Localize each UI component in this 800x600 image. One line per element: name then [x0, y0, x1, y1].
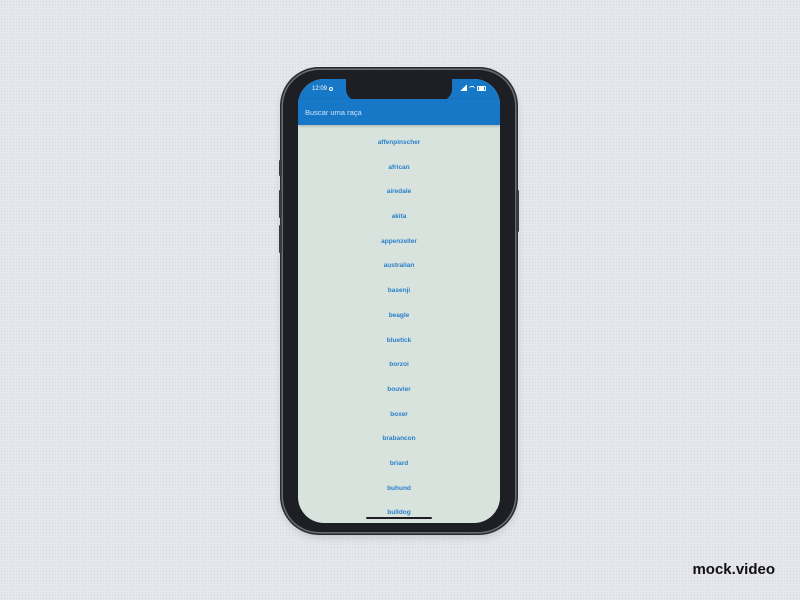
- power-button: [516, 190, 519, 232]
- phone-frame: 12:09 affenpinscherafricanairedaleakitaa…: [279, 70, 519, 532]
- list-item[interactable]: australian: [298, 254, 500, 279]
- app-bar: [298, 99, 500, 125]
- list-item[interactable]: boxer: [298, 403, 500, 428]
- list-item[interactable]: brabancon: [298, 427, 500, 452]
- phone-screen: 12:09 affenpinscherafricanairedaleakitaa…: [298, 79, 500, 523]
- battery-icon: [477, 85, 486, 91]
- status-right: [460, 85, 486, 91]
- list-item[interactable]: bouvier: [298, 378, 500, 403]
- watermark-logo: mock.video: [692, 561, 775, 578]
- list-item[interactable]: borzoi: [298, 353, 500, 378]
- search-input[interactable]: [305, 105, 490, 119]
- list-item[interactable]: bulldog: [298, 501, 500, 523]
- volume-down-button: [279, 225, 282, 253]
- home-indicator: [366, 517, 432, 519]
- signal-icon: [460, 85, 467, 91]
- list-item[interactable]: buhund: [298, 477, 500, 502]
- silent-switch: [279, 160, 282, 176]
- list-item[interactable]: beagle: [298, 304, 500, 329]
- phone-notch: [346, 79, 452, 101]
- list-item[interactable]: briard: [298, 452, 500, 477]
- list-item[interactable]: appenzeller: [298, 230, 500, 255]
- list-item[interactable]: akita: [298, 205, 500, 230]
- wifi-icon: [469, 85, 475, 91]
- list-item[interactable]: bluetick: [298, 329, 500, 354]
- settings-dot-icon: [329, 87, 334, 91]
- breed-list: affenpinscher african airedale akita appenze…: [298, 131, 500, 523]
- volume-up-button: [279, 190, 282, 218]
- status-left: 12:09: [312, 86, 334, 92]
- list-item[interactable]: african: [298, 156, 500, 181]
- status-time: 12:09: [312, 86, 328, 92]
- list-item[interactable]: affenpinscher: [298, 131, 500, 156]
- list-item[interactable]: basenji: [298, 279, 500, 304]
- list-item[interactable]: airedale: [298, 180, 500, 205]
